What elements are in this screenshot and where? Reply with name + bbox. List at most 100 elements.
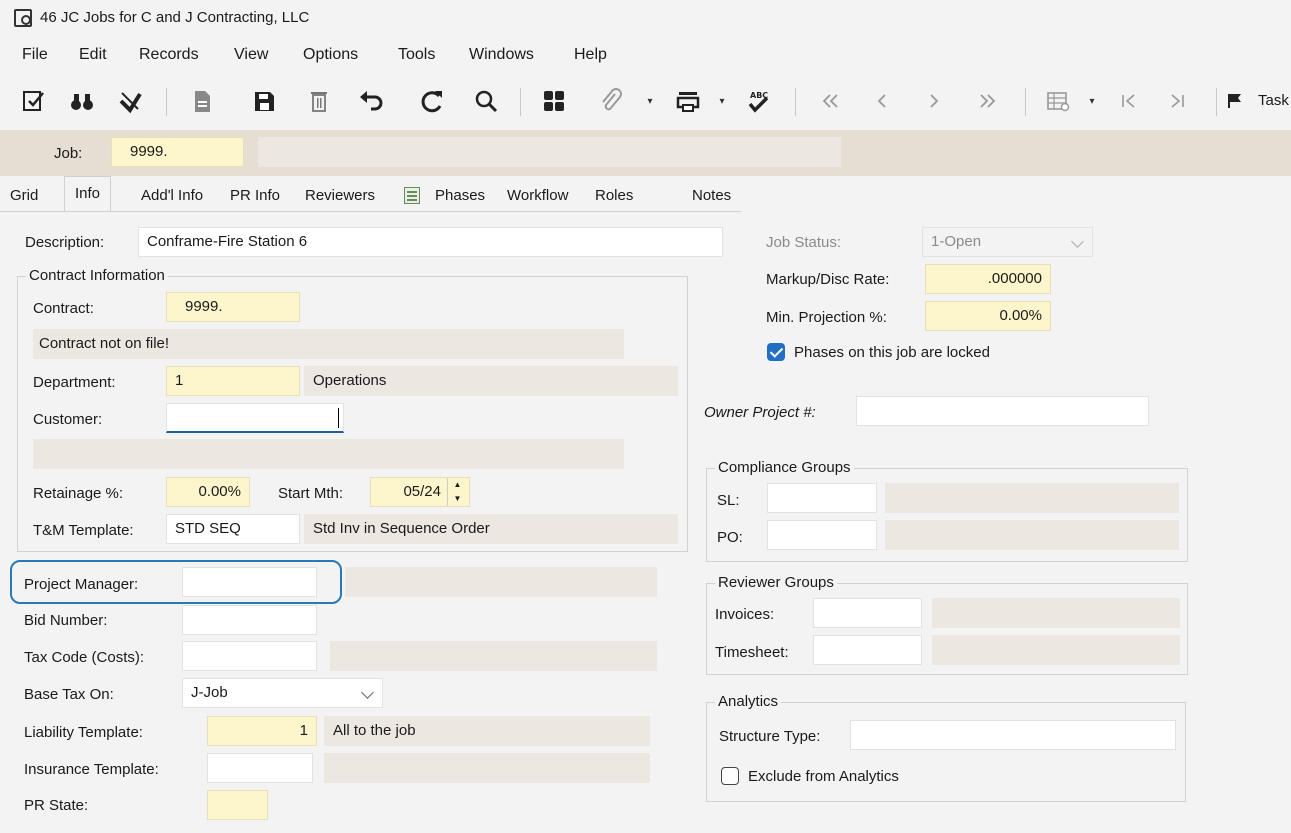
tm-template-input[interactable]: STD SEQ bbox=[166, 514, 300, 544]
phases-locked-label: Phases on this job are locked bbox=[794, 344, 990, 361]
liability-template-input[interactable]: 1 bbox=[207, 716, 317, 746]
menu-tools[interactable]: Tools bbox=[398, 46, 435, 64]
tab-bar: Grid Info Add'l Info PR Info Reviewers P… bbox=[0, 176, 1291, 212]
undo-icon[interactable] bbox=[355, 78, 387, 124]
po-input[interactable] bbox=[767, 520, 877, 550]
invoices-input[interactable] bbox=[813, 598, 922, 628]
description-label: Description: bbox=[25, 234, 105, 251]
retainage-label: Retainage %: bbox=[33, 485, 124, 502]
first-record-icon[interactable] bbox=[814, 78, 846, 124]
description-input[interactable]: Conframe-Fire Station 6 bbox=[138, 227, 723, 257]
department-input[interactable]: 1 bbox=[166, 366, 300, 396]
bid-number-label: Bid Number: bbox=[24, 612, 108, 629]
structure-type-label: Structure Type: bbox=[719, 728, 821, 745]
analytics-group: Analytics bbox=[706, 693, 1186, 802]
attachment-icon[interactable] bbox=[595, 78, 627, 124]
markup-rate-input[interactable]: .000000 bbox=[925, 264, 1051, 294]
job-description-display bbox=[258, 137, 841, 167]
base-tax-label: Base Tax On: bbox=[24, 686, 114, 703]
form-settings-dropdown-icon[interactable]: ▾ bbox=[1086, 78, 1098, 124]
min-projection-input[interactable]: 0.00% bbox=[925, 301, 1051, 331]
menu-options[interactable]: Options bbox=[303, 46, 358, 64]
structure-type-input[interactable] bbox=[850, 720, 1176, 750]
tab-phases[interactable]: Phases bbox=[433, 178, 487, 212]
menu-file[interactable]: File bbox=[22, 46, 48, 64]
clear-form-icon[interactable] bbox=[114, 78, 146, 124]
department-name-display: Operations bbox=[304, 366, 678, 396]
search-icon[interactable] bbox=[470, 78, 502, 124]
job-status-select: 1-Open bbox=[922, 227, 1093, 257]
job-header: Job: 9999. bbox=[0, 130, 1291, 176]
pr-state-input[interactable] bbox=[207, 790, 268, 820]
po-label: PO: bbox=[717, 529, 743, 546]
contract-input[interactable]: 9999. bbox=[166, 292, 300, 322]
delete-icon[interactable] bbox=[303, 78, 335, 124]
previous-record-icon[interactable] bbox=[866, 78, 898, 124]
tm-template-desc-display: Std Inv in Sequence Order bbox=[304, 514, 678, 544]
tab-pr-info[interactable]: PR Info bbox=[228, 178, 282, 212]
job-field[interactable]: 9999. bbox=[111, 137, 244, 167]
menu-help[interactable]: Help bbox=[574, 46, 607, 64]
base-tax-select[interactable]: J-Job bbox=[182, 678, 383, 708]
contract-information-title: Contract Information bbox=[26, 267, 168, 285]
first-page-icon[interactable] bbox=[1112, 78, 1144, 124]
edit-record-icon[interactable] bbox=[18, 78, 50, 124]
timesheet-label: Timesheet: bbox=[715, 644, 789, 661]
last-record-icon[interactable] bbox=[972, 78, 1004, 124]
grid-view-icon[interactable] bbox=[538, 78, 570, 124]
refresh-icon[interactable] bbox=[416, 78, 448, 124]
insurance-template-input[interactable] bbox=[207, 753, 313, 783]
title-bar: 46 JC Jobs for C and J Contracting, LLC bbox=[0, 0, 1291, 36]
tab-info[interactable]: Info bbox=[64, 176, 112, 212]
new-document-icon[interactable] bbox=[186, 78, 218, 124]
tax-code-desc-display bbox=[330, 641, 657, 671]
tax-code-input[interactable] bbox=[182, 641, 317, 671]
task-button[interactable]: Task bbox=[1258, 92, 1289, 109]
analytics-title: Analytics bbox=[715, 693, 782, 711]
contract-information-group: Contract Information bbox=[17, 267, 688, 552]
print-dropdown-icon[interactable]: ▾ bbox=[716, 78, 728, 124]
project-manager-input[interactable] bbox=[182, 567, 317, 597]
start-month-spinner[interactable]: ▲ ▼ bbox=[447, 478, 467, 506]
binoculars-icon[interactable] bbox=[66, 78, 98, 124]
tab-workflow[interactable]: Workflow bbox=[505, 178, 570, 212]
sl-desc-display bbox=[885, 483, 1179, 513]
menu-windows[interactable]: Windows bbox=[469, 46, 534, 64]
flag-icon[interactable] bbox=[1224, 78, 1244, 124]
tab-reviewers[interactable]: Reviewers bbox=[303, 178, 377, 212]
spin-down-icon[interactable]: ▼ bbox=[448, 492, 467, 506]
owner-project-input[interactable] bbox=[856, 396, 1149, 426]
sl-input[interactable] bbox=[767, 483, 877, 513]
tab-grid[interactable]: Grid bbox=[8, 178, 40, 212]
next-record-icon[interactable] bbox=[918, 78, 950, 124]
spin-up-icon[interactable]: ▲ bbox=[448, 478, 467, 492]
retainage-input[interactable]: 0.00% bbox=[166, 477, 250, 507]
reviewer-groups-title: Reviewer Groups bbox=[715, 574, 837, 592]
form-settings-icon[interactable] bbox=[1042, 78, 1074, 124]
tab-notes[interactable]: Notes bbox=[690, 178, 733, 212]
timesheet-input[interactable] bbox=[813, 635, 922, 665]
menu-view[interactable]: View bbox=[234, 46, 268, 64]
timesheet-desc-display bbox=[932, 635, 1180, 665]
customer-input[interactable] bbox=[166, 403, 344, 433]
last-page-icon[interactable] bbox=[1162, 78, 1194, 124]
print-icon[interactable] bbox=[672, 78, 704, 124]
contract-label: Contract: bbox=[33, 300, 94, 317]
spellcheck-icon[interactable]: ABC bbox=[742, 78, 774, 124]
tab-addl-info[interactable]: Add'l Info bbox=[139, 178, 205, 212]
attachment-dropdown-icon[interactable]: ▾ bbox=[644, 78, 656, 124]
tab-roles[interactable]: Roles bbox=[593, 178, 635, 212]
contract-status-display: Contract not on file! bbox=[33, 329, 624, 359]
menu-records[interactable]: Records bbox=[139, 46, 199, 64]
job-status-value: 1-Open bbox=[931, 233, 982, 250]
invoices-desc-display bbox=[932, 598, 1180, 628]
exclude-analytics-checkbox[interactable] bbox=[721, 767, 739, 785]
bid-number-input[interactable] bbox=[182, 605, 317, 635]
exclude-analytics-label: Exclude from Analytics bbox=[748, 768, 899, 785]
min-projection-label: Min. Projection %: bbox=[766, 309, 887, 326]
pr-state-label: PR State: bbox=[24, 797, 89, 814]
chevron-down-icon bbox=[1071, 235, 1084, 248]
menu-edit[interactable]: Edit bbox=[79, 46, 107, 64]
save-icon[interactable] bbox=[248, 78, 280, 124]
phases-locked-checkbox[interactable] bbox=[767, 343, 785, 361]
